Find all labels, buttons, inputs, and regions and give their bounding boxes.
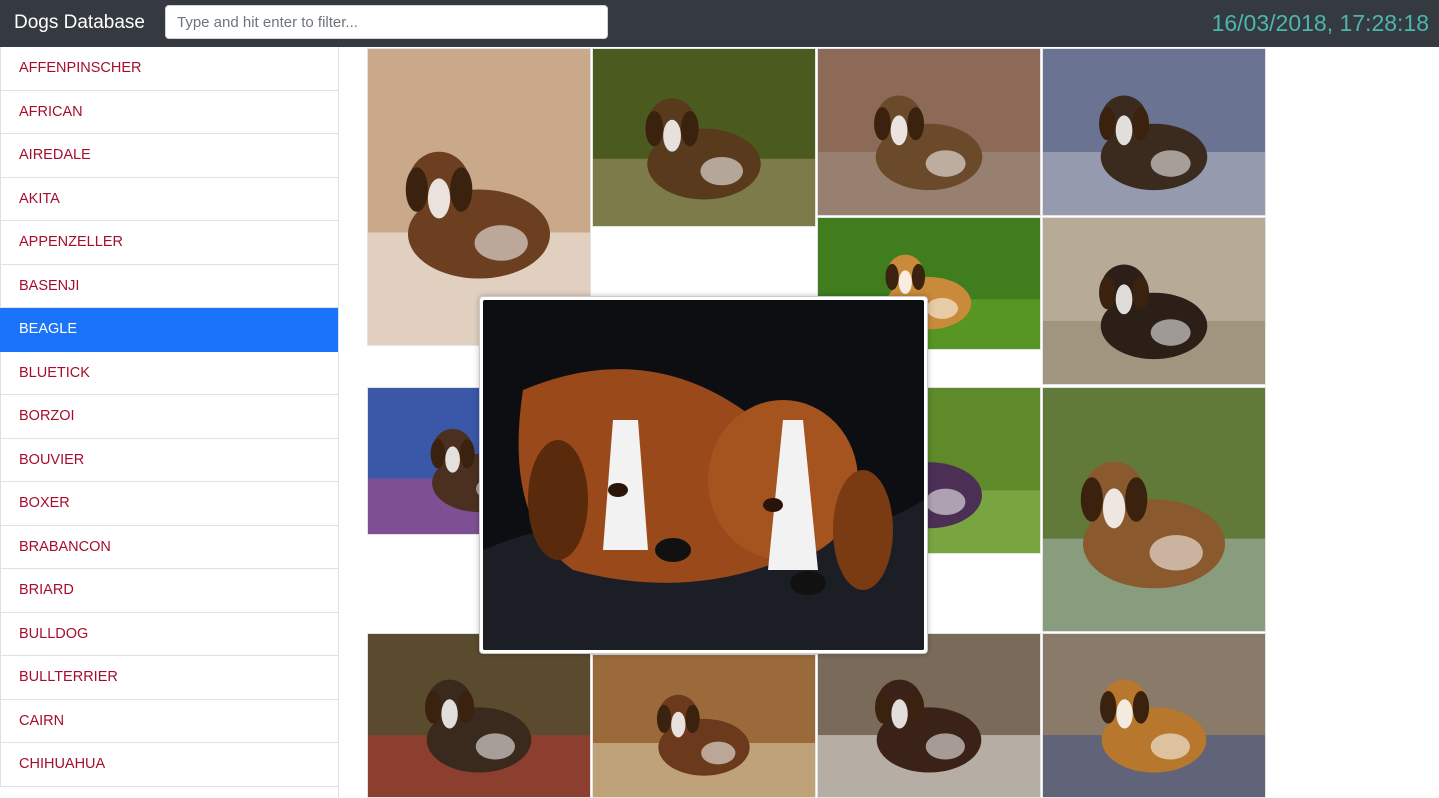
breed-item-airedale[interactable]: AIREDALE [0,134,338,178]
breed-item-beagle[interactable]: BEAGLE [0,308,338,352]
two-beagles-on-sofa-photo [483,300,924,650]
breed-item-affenpinscher[interactable]: AFFENPINSCHER [0,47,338,91]
beagle-on-gravel-photo[interactable] [592,48,816,227]
beagle-with-man-photo[interactable] [817,48,1041,216]
beagle-indoor-floor-photo[interactable] [1042,217,1266,385]
app-title[interactable]: Dogs Database [14,11,145,35]
breed-item-basenji[interactable]: BASENJI [0,264,338,308]
breed-item-brabancon[interactable]: BRABANCON [0,525,338,569]
photo-preview-modal[interactable] [479,296,928,654]
beagle-portrait-photo[interactable] [1042,387,1266,632]
breed-item-cairn[interactable]: CAIRN [0,699,338,743]
breed-item-bouvier[interactable]: BOUVIER [0,438,338,482]
breed-item-chihuahua[interactable]: CHIHUAHUA [0,743,338,787]
breed-item-bulldog[interactable]: BULLDOG [0,612,338,656]
breed-item-boxer[interactable]: BOXER [0,482,338,526]
date-time-clock: 16/03/2018, 17:28:18 [1211,10,1429,36]
breed-item-briard[interactable]: BRIARD [0,569,338,613]
breed-item-bullterrier[interactable]: BULLTERRIER [0,656,338,700]
beagle-puppy-closeup-photo[interactable] [817,633,1041,798]
breed-item-african[interactable]: AFRICAN [0,90,338,134]
beagle-puppy-blanket-photo[interactable] [1042,48,1266,216]
breed-list: AFFENPINSCHER AFRICAN AIREDALE AKITA APPENZE… [0,47,339,798]
navbar: Dogs Database 16/03/2018, 17:28:18 [0,0,1439,47]
breed-item-appenzeller[interactable]: APPENZELLER [0,221,338,265]
filter-search-input[interactable] [165,5,608,39]
beagles-on-leash-photo[interactable] [367,633,591,798]
beagle-with-plate-photo[interactable] [592,654,816,798]
breed-item-borzoi[interactable]: BORZOI [0,395,338,439]
beagle-on-knit-blanket-photo[interactable] [1042,633,1266,798]
breed-item-bluetick[interactable]: BLUETICK [0,351,338,395]
breed-item-akita[interactable]: AKITA [0,177,338,221]
